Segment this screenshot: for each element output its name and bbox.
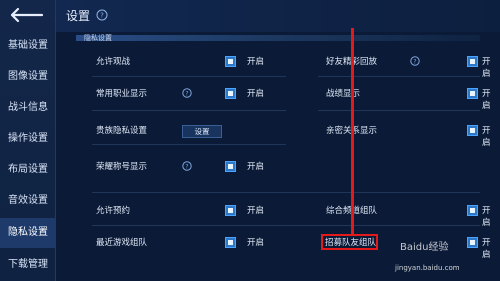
sidebar-item-basic[interactable]: 基础设置: [0, 31, 56, 61]
sidebar-item-privacy[interactable]: 隐私设置: [0, 218, 56, 248]
honor-title-checkbox[interactable]: [225, 161, 236, 172]
sidebar-item-downloads[interactable]: 下载管理: [0, 250, 56, 280]
setting-value: 开启: [482, 57, 491, 79]
setting-label: 最近游戏组队: [96, 238, 148, 248]
general-channel-team-checkbox[interactable]: [467, 205, 478, 216]
divider: [92, 192, 480, 193]
header: 设置 ?: [56, 0, 500, 32]
setting-value: 开启: [247, 57, 265, 67]
setting-value: 开启: [482, 238, 491, 260]
help-icon[interactable]: ?: [182, 88, 192, 98]
annotation-arrow-line: [351, 28, 354, 236]
svg-text:?: ?: [185, 164, 188, 171]
divider: [92, 76, 286, 77]
help-icon[interactable]: ?: [182, 161, 192, 171]
setting-value: 开启: [482, 89, 491, 111]
divider: [92, 144, 286, 145]
setting-label: 允许预约: [96, 206, 131, 216]
setting-honor-title: 荣耀称号显示 ? 开启: [96, 161, 276, 185]
recruit-team-checkbox[interactable]: [467, 237, 478, 248]
noble-privacy-settings-button[interactable]: 设置: [182, 125, 222, 138]
setting-common-role: 常用职业显示 ? 开启: [96, 88, 276, 112]
allow-reservation-checkbox[interactable]: [225, 205, 236, 216]
setting-value: 开启: [247, 206, 265, 216]
back-arrow-icon[interactable]: [8, 6, 48, 24]
help-icon[interactable]: ?: [410, 56, 420, 66]
setting-label: 贵族隐私设置: [96, 126, 148, 136]
friend-replay-checkbox[interactable]: [467, 56, 478, 67]
sidebar-item-image[interactable]: 图像设置: [0, 62, 56, 92]
intimacy-display-checkbox[interactable]: [467, 125, 478, 136]
sidebar-item-battle-info[interactable]: 战斗信息: [0, 93, 56, 123]
setting-value: 开启: [482, 206, 491, 228]
setting-value: 开启: [247, 162, 265, 172]
record-display-checkbox[interactable]: [467, 88, 478, 99]
divider: [318, 110, 480, 111]
sidebar-item-layout[interactable]: 布局设置: [0, 155, 56, 185]
annotation-highlight-box: [321, 234, 378, 250]
sidebar-item-controls[interactable]: 操作设置: [0, 124, 56, 154]
setting-value: 开启: [247, 238, 265, 248]
sidebar-item-sound[interactable]: 音效设置: [0, 186, 56, 216]
setting-value: 开启: [247, 89, 265, 99]
setting-label: 允许观战: [96, 57, 131, 67]
watermark-url: jingyan.baidu.com: [395, 264, 460, 272]
allow-spectate-checkbox[interactable]: [225, 56, 236, 67]
page-title: 设置: [66, 9, 91, 23]
common-role-checkbox[interactable]: [225, 88, 236, 99]
divider: [318, 76, 480, 77]
divider: [92, 110, 286, 111]
section-header-bar: [76, 35, 480, 41]
watermark-logo: Baidu经验: [400, 242, 449, 253]
svg-text:?: ?: [185, 91, 188, 98]
svg-text:?: ?: [413, 59, 416, 66]
section-label: 隐私设置: [84, 34, 112, 42]
sidebar: 基础设置 图像设置 战斗信息 操作设置 布局设置 音效设置 隐私设置 下载管理: [0, 0, 56, 281]
setting-label: 常用职业显示: [96, 89, 148, 99]
help-icon[interactable]: ?: [96, 9, 108, 21]
recent-game-team-checkbox[interactable]: [225, 237, 236, 248]
setting-recent-game-team: 最近游戏组队 开启: [96, 237, 276, 261]
svg-text:?: ?: [100, 12, 104, 20]
setting-label: 荣耀称号显示: [96, 162, 148, 172]
setting-label: 战绩显示: [326, 89, 361, 99]
setting-value: 开启: [482, 126, 491, 148]
